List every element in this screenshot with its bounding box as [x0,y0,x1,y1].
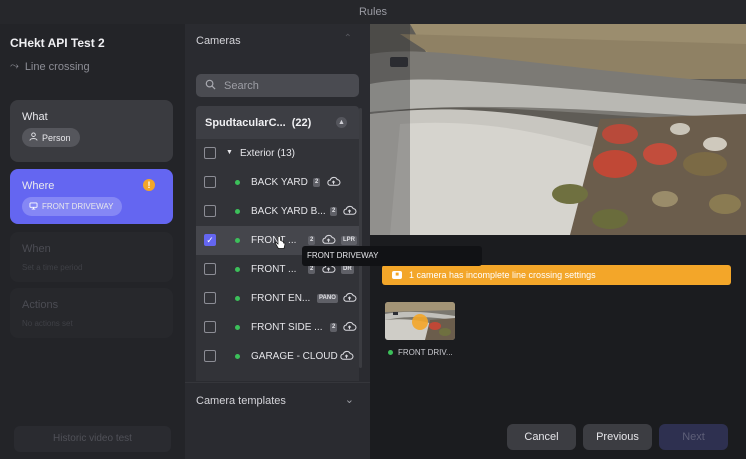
online-status-icon [235,296,240,301]
subgroup-label: Exterior (13) [240,148,296,159]
online-status-icon [235,238,240,243]
list-scrollbar[interactable] [359,108,362,368]
camera-checkbox[interactable] [204,350,216,362]
rule-type-label: Line crossing [24,60,90,73]
group-count: (22) [291,116,312,129]
cloud-upload-icon [327,176,341,186]
line-crossing-icon: ⤳ [10,60,19,72]
camera-templates-section[interactable]: Camera templates ⌄ [185,382,370,417]
camera-search[interactable] [196,74,359,97]
camera-checkbox[interactable] [204,176,216,188]
search-icon [205,79,216,93]
camera-checkbox-checked[interactable]: ✓ [204,234,216,246]
stream-badge: 2 [313,178,321,187]
previous-button[interactable]: Previous [583,424,652,450]
where-label: Where [22,180,55,192]
camera-name: BACK YARD B... [251,206,326,217]
online-status-icon [235,180,240,185]
cloud-upload-icon [322,234,336,244]
online-status-icon [235,354,240,359]
stream-badge: 2 [330,207,338,216]
warning-text: 1 camera has incomplete line crossing se… [409,270,596,280]
camera-row[interactable]: FRONT SIDE ... 2 [196,313,359,342]
camera-row[interactable]: GARAGE - CLOUD [196,342,359,371]
online-status-icon [235,325,240,330]
camera-warning-icon: ■ [392,271,402,279]
camera-name: FRONT SIDE ... [251,322,323,333]
what-label: What [22,111,48,123]
chevron-up-icon[interactable]: ▲ [336,117,347,128]
stream-badge: 2 [308,265,316,274]
lpr-badge: LPR [341,236,357,245]
subgroup-checkbox[interactable] [204,147,216,159]
warning-icon: ! [143,179,155,191]
historic-video-test-button[interactable]: Historic video test [14,426,171,452]
chevron-down-icon[interactable]: ⌄ [345,393,354,406]
caret-down-icon[interactable]: ▼ [226,149,233,156]
camera-group-row[interactable]: SpudtacularC... (22) ▲ [196,106,359,139]
cancel-button[interactable]: Cancel [507,424,576,450]
camera-icon [29,201,38,212]
what-card[interactable]: What Person [10,100,173,162]
camera-checkbox[interactable] [204,292,216,304]
where-card[interactable]: Where ! FRONT DRIVEWAY [10,169,173,224]
group-name: SpudtacularC... [205,116,286,129]
rule-type: ⤳ Line crossing [10,60,90,73]
stream-badge: 2 [308,236,316,245]
thumbnail-label: FRONT DRIV... [388,348,453,357]
cameras-header: Cameras [196,35,241,47]
actions-sub: No actions set [22,319,73,328]
person-chip: Person [22,128,80,147]
camera-chip-label: FRONT DRIVEWAY [42,202,114,211]
camera-preview-panel: ■ 1 camera has incomplete line crossing … [370,24,746,459]
when-sub: Set a time period [22,263,83,272]
camera-row[interactable]: FRONT EN... PANO [196,284,359,313]
project-title: CHekt API Test 2 [10,36,105,50]
dr-badge: DR [341,265,354,274]
chevron-up-icon[interactable]: ⌃ [344,33,352,44]
hand-cursor-icon [275,236,286,249]
subgroup-row[interactable]: ▼ Exterior (13) [196,139,359,168]
camera-thumbnail[interactable] [385,302,455,340]
camera-name: FRONT EN... [251,293,311,304]
person-icon [29,132,38,143]
camera-chip: FRONT DRIVEWAY [22,197,123,216]
camera-row[interactable]: BACK YARD B... 2 [196,197,359,226]
camera-name: GARAGE - CLOUD [251,351,338,362]
camera-checkbox[interactable] [204,205,216,217]
online-status-icon [388,350,393,355]
pano-badge: PANO [317,294,338,303]
camera-row[interactable]: BACK YARD 2 [196,168,359,197]
when-card[interactable]: When Set a time period [10,232,173,282]
online-status-icon [235,209,240,214]
camera-templates-label: Camera templates [196,395,286,407]
online-status-icon [235,267,240,272]
incomplete-settings-warning: ■ 1 camera has incomplete line crossing … [382,265,731,285]
window-title: Rules [0,0,746,24]
cloud-upload-icon [340,350,354,360]
when-label: When [22,243,51,255]
thumbnail-camera-name: FRONT DRIV... [398,348,453,357]
camera-checkbox[interactable] [204,321,216,333]
cloud-upload-icon [343,292,357,302]
stream-badge: 2 [330,323,338,332]
camera-name-tooltip: FRONT DRIVEWAY [302,246,482,266]
camera-preview-image[interactable] [370,24,746,235]
actions-label: Actions [22,299,59,311]
search-input[interactable] [224,79,349,92]
rule-steps-panel: CHekt API Test 2 ⤳ Line crossing What Pe… [0,24,185,459]
actions-card[interactable]: Actions No actions set [10,288,173,338]
cloud-upload-icon [343,205,357,215]
camera-name: BACK YARD [251,177,308,188]
next-button[interactable]: Next [659,424,728,450]
camera-checkbox[interactable] [204,263,216,275]
cloud-upload-icon [343,321,357,331]
person-chip-label: Person [42,132,71,143]
camera-name: FRONT ... [251,264,297,275]
